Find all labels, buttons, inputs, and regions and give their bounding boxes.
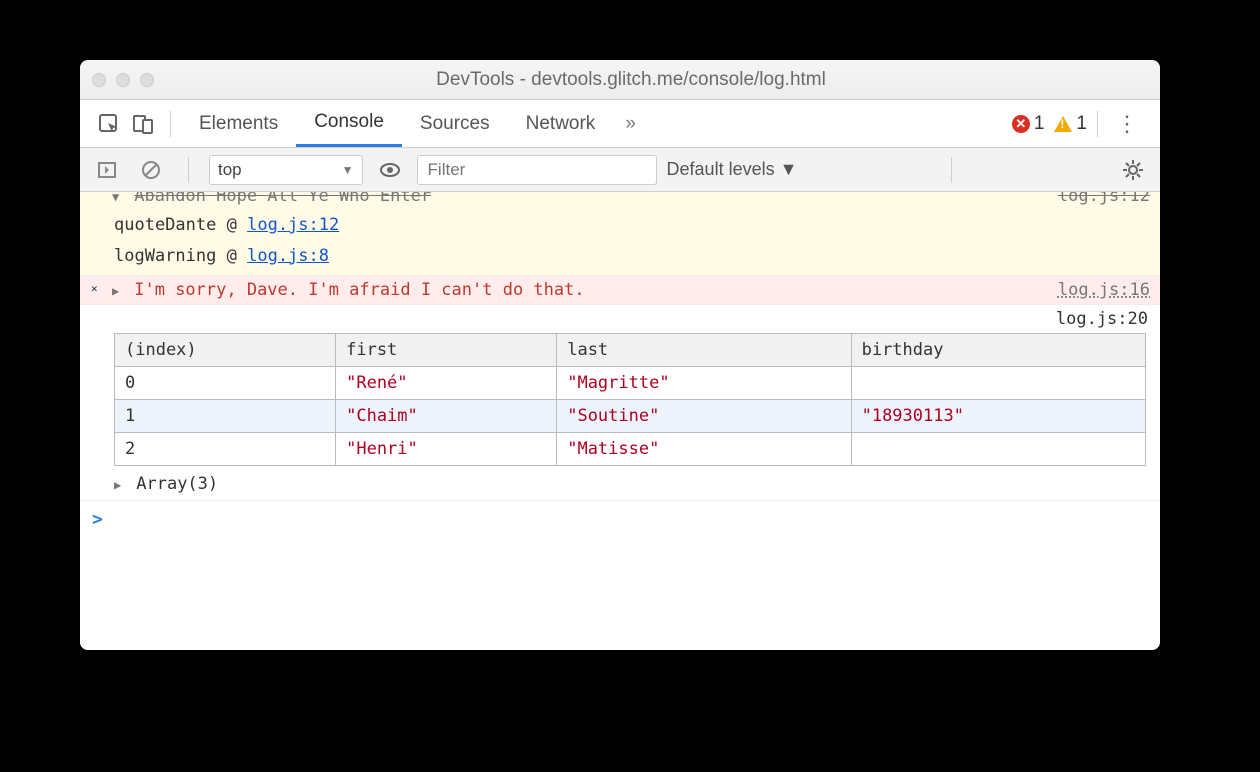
window-title: DevTools - devtools.glitch.me/console/lo… [114, 69, 1148, 91]
source-link[interactable]: log.js:12 [247, 215, 339, 235]
console-prompt[interactable]: > [80, 501, 1160, 538]
divider [1097, 111, 1098, 137]
source-link[interactable]: log.js:8 [247, 246, 329, 266]
devtools-window: DevTools - devtools.glitch.me/console/lo… [80, 60, 1160, 650]
inspect-element-icon[interactable] [92, 107, 126, 141]
disclosure-triangle-icon[interactable] [114, 478, 126, 492]
error-message: I'm sorry, Dave. I'm afraid I can't do t… [134, 280, 584, 300]
console-settings-icon[interactable] [1116, 153, 1150, 187]
console-warning-entry[interactable]: Abandon Hope All Ye Who Enter log.js:12 [80, 192, 1160, 210]
error-count: 1 [1034, 113, 1045, 135]
disclosure-triangle-icon[interactable] [112, 284, 124, 298]
table-header-birthday[interactable]: birthday [851, 334, 1145, 367]
warning-count: 1 [1076, 113, 1087, 135]
close-window-button[interactable] [92, 73, 106, 87]
live-expression-icon[interactable] [373, 153, 407, 187]
table-header-index[interactable]: (index) [115, 334, 336, 367]
more-tabs-button[interactable]: » [613, 100, 648, 147]
error-count-badge[interactable]: ✕ 1 [1012, 113, 1045, 135]
tab-network[interactable]: Network [508, 100, 614, 147]
toggle-device-icon[interactable] [126, 107, 160, 141]
source-link[interactable]: log.js:20 [1056, 309, 1148, 329]
context-label: top [218, 160, 242, 180]
window-titlebar: DevTools - devtools.glitch.me/console/lo… [80, 60, 1160, 100]
console-table: (index) first last birthday 0 "René" "Ma… [114, 333, 1146, 466]
clear-console-icon[interactable] [134, 153, 168, 187]
execution-context-select[interactable]: top ▼ [209, 155, 363, 185]
tab-elements[interactable]: Elements [181, 100, 296, 147]
caret-down-icon: ▼ [342, 163, 354, 177]
source-link[interactable]: log.js:12 [1058, 192, 1150, 206]
tab-console[interactable]: Console [296, 100, 402, 147]
filter-input[interactable] [417, 155, 657, 185]
toggle-sidebar-icon[interactable] [90, 153, 124, 187]
devtools-tabstrip: Elements Console Sources Network » ✕ 1 1… [80, 100, 1160, 148]
table-header-first[interactable]: first [336, 334, 557, 367]
error-icon: ✕ [1012, 115, 1030, 133]
table-summary[interactable]: Array(3) [80, 470, 1160, 501]
warning-count-badge[interactable]: 1 [1054, 113, 1087, 135]
warning-icon [1054, 116, 1072, 132]
stack-frame: quoteDante @ log.js:12 [80, 210, 339, 241]
disclosure-triangle-icon[interactable] [112, 192, 124, 204]
table-row[interactable]: 1 "Chaim" "Soutine" "18930113" [115, 400, 1146, 433]
table-row[interactable]: 2 "Henri" "Matisse" [115, 433, 1146, 466]
stack-frame: logWarning @ log.js:8 [80, 241, 329, 272]
console-table-entry: log.js:20 (index) first last birthday 0 … [80, 305, 1160, 501]
more-options-icon[interactable]: ⋮ [1108, 111, 1148, 137]
divider [951, 157, 952, 183]
tab-sources[interactable]: Sources [402, 100, 508, 147]
divider [170, 111, 171, 137]
console-filterbar: top ▼ Default levels ▼ [80, 148, 1160, 192]
log-levels-select[interactable]: Default levels ▼ [667, 159, 798, 180]
console-log-area: Abandon Hope All Ye Who Enter log.js:12 … [80, 192, 1160, 650]
source-link[interactable]: log.js:16 [1058, 280, 1150, 300]
error-icon: ✕ [91, 282, 107, 298]
console-error-entry[interactable]: ✕ I'm sorry, Dave. I'm afraid I can't do… [80, 276, 1160, 305]
warning-stacktrace: quoteDante @ log.js:12 logWarning @ log.… [80, 210, 1160, 276]
divider [188, 157, 189, 183]
table-row[interactable]: 0 "René" "Magritte" [115, 367, 1146, 400]
warning-message: Abandon Hope All Ye Who Enter [134, 192, 431, 206]
table-header-last[interactable]: last [557, 334, 851, 367]
